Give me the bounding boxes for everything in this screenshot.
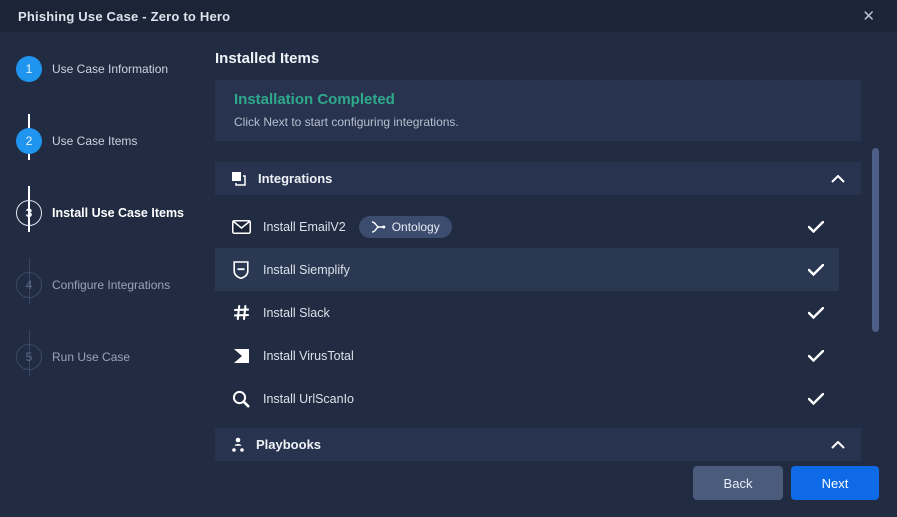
virustotal-arrow-icon [228, 348, 254, 364]
back-button[interactable]: Back [693, 466, 783, 500]
magnifier-icon [228, 390, 254, 408]
slack-hash-icon [228, 304, 254, 321]
step-run-use-case[interactable]: 5 Run Use Case [0, 344, 212, 370]
integration-row-siemplify[interactable]: Install Siemplify [215, 248, 839, 291]
playbooks-section-header[interactable]: Playbooks [215, 428, 861, 461]
step-label: Configure Integrations [52, 278, 170, 292]
step-label: Use Case Items [52, 134, 137, 148]
step-use-case-information[interactable]: 1 Use Case Information [0, 56, 212, 82]
next-button[interactable]: Next [791, 466, 879, 500]
chevron-up-icon[interactable] [831, 441, 845, 449]
integration-label: Install EmailV2 [263, 220, 346, 234]
vertical-scrollbar[interactable] [872, 148, 879, 332]
check-icon [808, 307, 824, 319]
page-title: Installed Items [215, 50, 319, 67]
integration-label: Install VirusTotal [263, 349, 354, 363]
email-icon [228, 220, 254, 234]
step-number-badge: 1 [16, 56, 42, 82]
step-label: Install Use Case Items [52, 206, 184, 220]
section-title: Integrations [258, 171, 831, 186]
titlebar: Phishing Use Case - Zero to Hero ✕ [0, 0, 897, 32]
integration-row-slack[interactable]: Install Slack [215, 291, 839, 334]
installation-completed-banner: Installation Completed Click Next to sta… [215, 80, 861, 141]
integration-row-urlscanio[interactable]: Install UrlScanIo [215, 377, 839, 420]
window-title: Phishing Use Case - Zero to Hero [18, 9, 230, 24]
check-icon [808, 393, 824, 405]
ontology-badge[interactable]: Ontology [359, 216, 452, 238]
close-icon[interactable]: ✕ [858, 7, 879, 26]
step-install-use-case-items[interactable]: 3 Install Use Case Items [0, 200, 212, 226]
step-number-badge: 4 [16, 272, 42, 298]
step-number-badge: 2 [16, 128, 42, 154]
check-icon [808, 221, 824, 233]
siemplify-shield-icon [228, 261, 254, 279]
banner-title: Installation Completed [234, 91, 842, 108]
stepper: 1 Use Case Information 2 Use Case Items … [0, 32, 212, 517]
branch-icon [371, 221, 386, 233]
step-number-badge: 3 [16, 200, 42, 226]
step-number-badge: 5 [16, 344, 42, 370]
integration-row-virustotal[interactable]: Install VirusTotal [215, 334, 839, 377]
step-label: Run Use Case [52, 350, 130, 364]
layers-icon [231, 171, 247, 187]
hierarchy-icon [231, 437, 245, 453]
check-icon [808, 264, 824, 276]
integration-row-emailv2[interactable]: Install EmailV2 Ontology [215, 205, 839, 248]
section-title: Playbooks [256, 437, 831, 452]
integration-label: Install Slack [263, 306, 330, 320]
integration-label: Install UrlScanIo [263, 392, 354, 406]
chevron-up-icon[interactable] [831, 175, 845, 183]
integration-label: Install Siemplify [263, 263, 350, 277]
banner-subtitle: Click Next to start configuring integrat… [234, 115, 842, 129]
check-icon [808, 350, 824, 362]
step-configure-integrations[interactable]: 4 Configure Integrations [0, 272, 212, 298]
step-label: Use Case Information [52, 62, 168, 76]
wizard-dialog: Phishing Use Case - Zero to Hero ✕ 1 Use… [0, 0, 897, 517]
badge-label: Ontology [392, 220, 440, 234]
step-use-case-items[interactable]: 2 Use Case Items [0, 128, 212, 154]
integrations-section-header[interactable]: Integrations [215, 162, 861, 195]
